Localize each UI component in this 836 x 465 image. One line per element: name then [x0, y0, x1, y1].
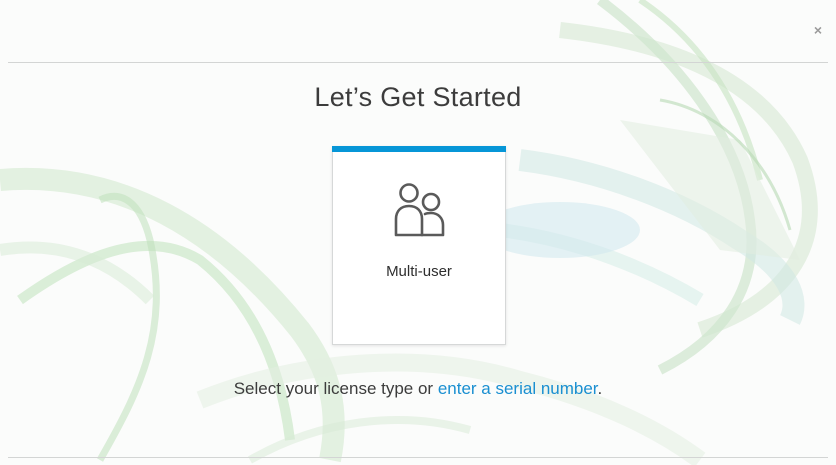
page-title: Let’s Get Started	[314, 82, 522, 112]
card-accent-bar	[332, 146, 506, 152]
instruction-prefix: Select your license type or	[233, 379, 438, 398]
enter-serial-number-link[interactable]: enter a serial number	[438, 379, 598, 398]
bottom-divider	[8, 457, 828, 458]
license-option-label: Multi-user	[386, 263, 452, 280]
close-icon[interactable]: ×	[810, 22, 826, 38]
license-option-multi-user[interactable]: Multi-user	[332, 146, 506, 345]
multi-user-icon	[394, 183, 445, 237]
instruction-suffix: .	[597, 379, 603, 398]
top-divider	[8, 62, 828, 63]
license-instruction: Select your license type or enter a seri…	[0, 379, 836, 399]
